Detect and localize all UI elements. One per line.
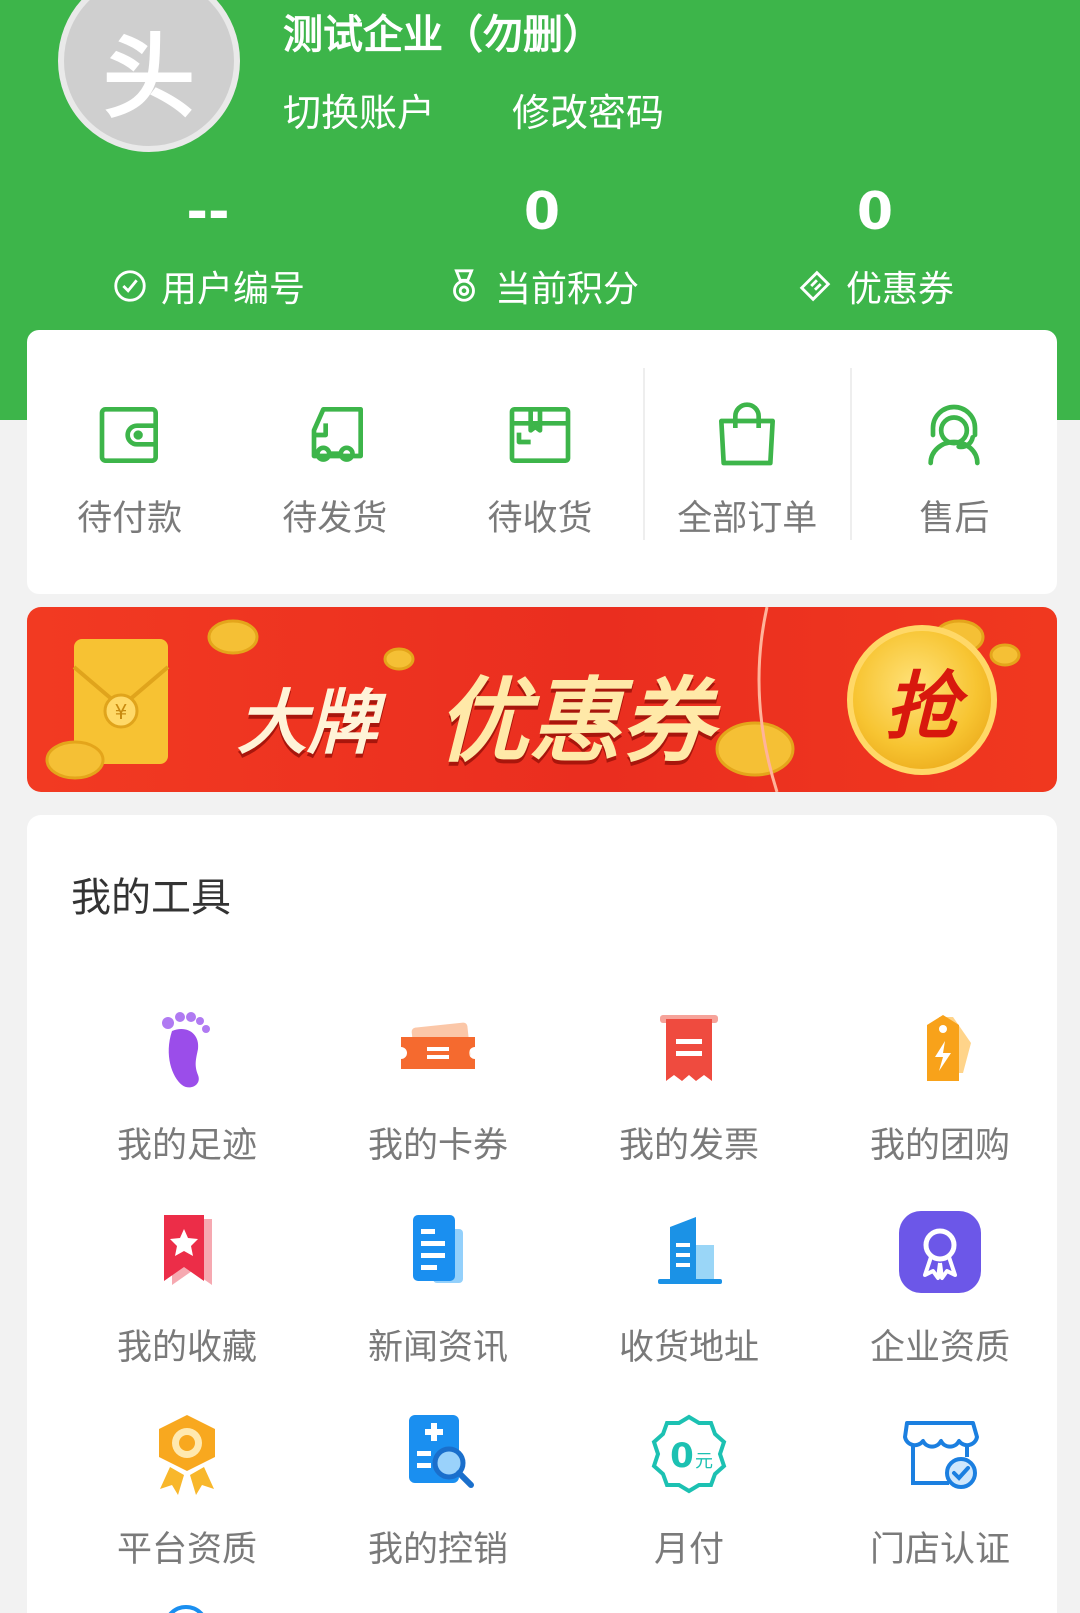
order-after-sales[interactable]: 售后 bbox=[852, 330, 1057, 594]
tool-label: 我的控销 bbox=[367, 1530, 508, 1570]
tool-label: 新闻资讯 bbox=[367, 1328, 508, 1368]
order-pending-shipment[interactable]: 待发货 bbox=[232, 330, 437, 594]
tool-sales-control[interactable]: 我的控销 bbox=[313, 1409, 563, 1572]
tool-monthly-pay[interactable]: 0 元 月付 bbox=[564, 1409, 814, 1572]
group-buy-tag-icon bbox=[927, 1015, 971, 1081]
package-icon bbox=[509, 407, 571, 463]
next-row-partial-icon bbox=[163, 1605, 209, 1613]
tool-invoice[interactable]: 我的发票 bbox=[564, 1005, 814, 1168]
tool-footprint[interactable]: 我的足迹 bbox=[62, 1005, 312, 1168]
clock-check-icon bbox=[114, 270, 146, 302]
orders-card: 待付款 待发货 待收货 全部订单 售后 bbox=[27, 330, 1057, 594]
stat-value: 0 bbox=[523, 182, 561, 242]
order-label: 待发货 bbox=[282, 499, 388, 539]
grab-label: 抢 bbox=[885, 663, 959, 750]
my-tools-card: 我的工具 我的足迹 我的卡券 我的发票 我的团购 我的收藏 新闻资讯 收货地址 … bbox=[27, 815, 1057, 1613]
invoice-icon bbox=[660, 1015, 718, 1081]
company-name: 测试企业（勿删） bbox=[283, 12, 603, 58]
section-title: 我的工具 bbox=[71, 875, 231, 921]
zero-yuan-icon: 0 元 bbox=[651, 1414, 727, 1494]
coupon-promo-banner[interactable]: ¥ 大牌 优惠券 抢 bbox=[27, 607, 1057, 792]
svg-text:0: 0 bbox=[670, 1436, 694, 1476]
footprint-icon bbox=[162, 1012, 210, 1088]
wallet-icon bbox=[99, 407, 158, 463]
news-document-icon bbox=[413, 1215, 463, 1283]
stat-value: 0 bbox=[856, 182, 894, 242]
truck-icon bbox=[311, 407, 363, 462]
order-label: 待付款 bbox=[77, 499, 183, 539]
tool-enterprise-qualification[interactable]: 企业资质 bbox=[815, 1207, 1065, 1370]
tool-address[interactable]: 收货地址 bbox=[564, 1207, 814, 1370]
stat-points[interactable]: 0 当前积分 bbox=[392, 180, 692, 312]
avatar-placeholder-char: 头 bbox=[102, 24, 195, 131]
change-password-link[interactable]: 修改密码 bbox=[512, 82, 664, 137]
tool-label: 平台资质 bbox=[116, 1530, 257, 1570]
tool-label: 我的发票 bbox=[618, 1126, 759, 1166]
tool-favorites[interactable]: 我的收藏 bbox=[62, 1207, 312, 1370]
banner-text-small: 大牌 bbox=[237, 681, 377, 764]
svg-text:元: 元 bbox=[695, 1451, 713, 1472]
search-document-icon bbox=[409, 1415, 474, 1488]
stat-value: -- bbox=[186, 182, 230, 242]
tool-label: 我的卡券 bbox=[367, 1126, 508, 1166]
avatar[interactable]: 头 bbox=[58, 0, 240, 152]
stat-label: 优惠券 bbox=[845, 269, 954, 310]
customer-service-icon bbox=[928, 404, 981, 466]
order-label: 全部订单 bbox=[677, 499, 818, 539]
order-pending-payment[interactable]: 待付款 bbox=[27, 330, 232, 594]
tool-label: 企业资质 bbox=[869, 1328, 1010, 1368]
tool-label: 门店认证 bbox=[869, 1530, 1010, 1570]
stat-coupons[interactable]: 0 优惠券 bbox=[725, 180, 1025, 312]
order-pending-receipt[interactable]: 待收货 bbox=[437, 330, 642, 594]
svg-text:¥: ¥ bbox=[115, 700, 128, 724]
card-coupon-icon bbox=[401, 1022, 475, 1069]
order-label: 待收货 bbox=[487, 499, 593, 539]
bookmark-star-icon bbox=[164, 1215, 212, 1285]
building-icon bbox=[658, 1217, 722, 1284]
store-verified-icon bbox=[903, 1421, 979, 1489]
tool-label: 收货地址 bbox=[618, 1328, 759, 1368]
grab-coupon-button[interactable]: 抢 bbox=[847, 625, 997, 775]
order-all[interactable]: 全部订单 bbox=[645, 330, 850, 594]
shopping-bag-icon bbox=[719, 402, 776, 466]
tool-platform-qualification[interactable]: 平台资质 bbox=[62, 1409, 312, 1572]
stat-label: 当前积分 bbox=[494, 269, 639, 310]
medal-icon bbox=[453, 269, 475, 302]
order-label: 售后 bbox=[919, 499, 990, 539]
award-badge-icon bbox=[899, 1211, 981, 1293]
tool-store-verification[interactable]: 门店认证 bbox=[815, 1409, 1065, 1572]
tool-label: 我的团购 bbox=[869, 1126, 1010, 1166]
banner-text-big: 优惠券 bbox=[437, 667, 714, 775]
tool-card-coupon[interactable]: 我的卡券 bbox=[313, 1005, 563, 1168]
gold-medal-icon bbox=[159, 1415, 215, 1495]
tool-label: 月付 bbox=[653, 1530, 724, 1570]
tool-group-buy[interactable]: 我的团购 bbox=[815, 1005, 1065, 1168]
stat-label: 用户编号 bbox=[160, 269, 305, 310]
ticket-icon bbox=[799, 270, 831, 302]
tool-label: 我的足迹 bbox=[116, 1126, 257, 1166]
stat-user-id[interactable]: -- 用户编号 bbox=[58, 180, 358, 312]
tool-news[interactable]: 新闻资讯 bbox=[313, 1207, 563, 1370]
switch-account-link[interactable]: 切换账户 bbox=[283, 82, 435, 137]
tool-label: 我的收藏 bbox=[116, 1328, 257, 1368]
